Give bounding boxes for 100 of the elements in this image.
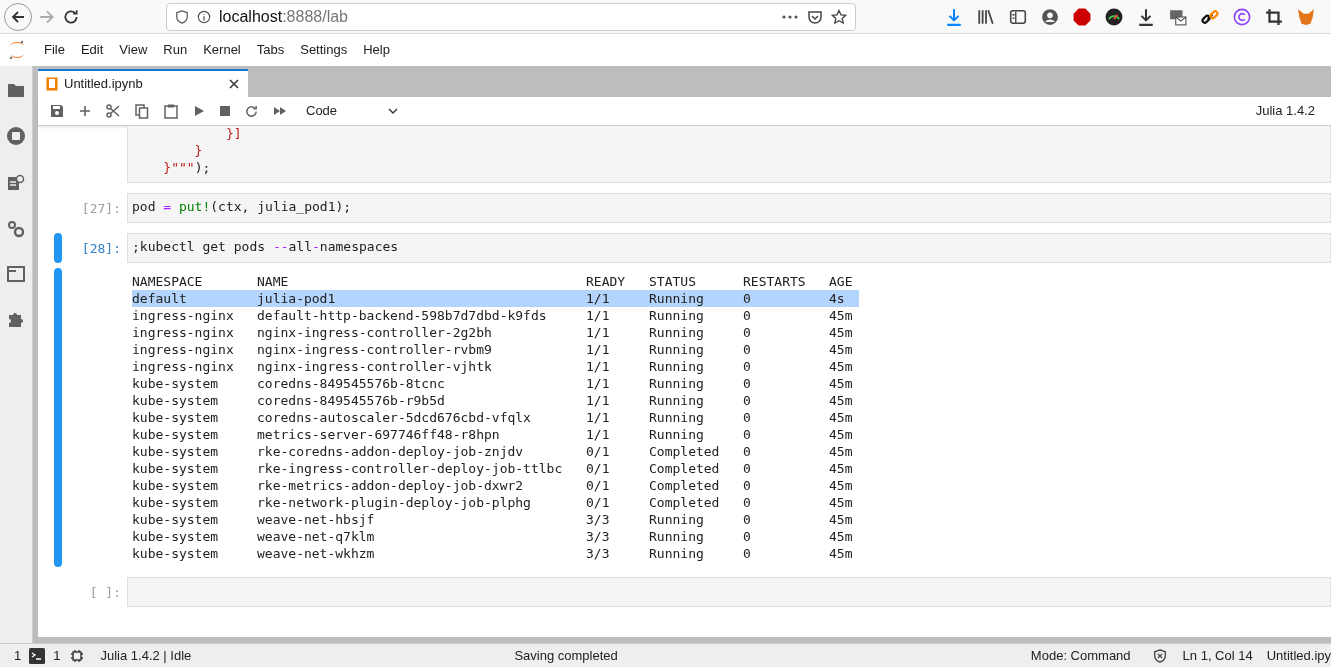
fox-icon[interactable] — [1297, 7, 1315, 26]
code-cell-input[interactable]: ;kubectl get pods --all-namespaces — [127, 233, 1331, 263]
terminal-icon[interactable] — [29, 647, 46, 664]
code-cell-input[interactable]: pod = put!(ctx, julia_pod1); — [127, 193, 1331, 223]
output-cell-text: 45m — [829, 426, 854, 443]
output-cell-text: 0 — [743, 409, 752, 426]
output-cell-text: kube-system — [132, 494, 220, 511]
output-cell: 4s — [829, 290, 859, 307]
output-cell: 0 — [743, 290, 829, 307]
tabs-icon[interactable] — [7, 266, 25, 282]
column-header: RESTARTS — [743, 273, 807, 290]
output-cell-text: 3/3 — [586, 545, 611, 562]
menu-item[interactable]: View — [111, 40, 156, 60]
reload-icon[interactable] — [62, 7, 80, 26]
star-icon[interactable] — [831, 8, 847, 25]
screen-mail-icon[interactable] — [1169, 7, 1187, 26]
cursor-position: Ln 1, Col 14 — [1182, 646, 1253, 665]
code-cell-input[interactable]: }] } }"""); — [127, 126, 1331, 183]
output-cell-text: 3/3 — [586, 511, 611, 528]
library-icon[interactable] — [977, 7, 995, 26]
download-arrow-icon[interactable] — [1137, 7, 1155, 26]
output-cell-text: 45m — [829, 409, 854, 426]
output-cell-text: 1/1 — [586, 409, 611, 426]
output-cell-text: Completed — [649, 477, 721, 494]
address-bar[interactable]: localhost:8888/lab — [166, 2, 856, 31]
output-cell-text: Running — [649, 341, 705, 358]
menu-item[interactable]: Edit — [72, 40, 112, 60]
kernel-status[interactable]: Julia 1.4.2 | Idle — [100, 645, 192, 666]
gears-icon[interactable] — [7, 220, 25, 238]
sidebar-icon[interactable] — [1009, 7, 1027, 26]
output-cell-text: weave-net-q7klm — [257, 528, 376, 545]
code-cell-input[interactable] — [127, 577, 1331, 607]
cell-prompt: [27]: — [80, 200, 122, 218]
kernel-name[interactable]: Julia 1.4.2 — [1255, 101, 1319, 121]
output-cell-text: 0 — [743, 324, 752, 341]
notebook-tab[interactable]: Untitled.ipynb — [38, 69, 248, 97]
output-cell-text: kube-system — [132, 528, 220, 545]
terminal-count: 1 — [14, 646, 22, 665]
close-icon[interactable] — [228, 78, 240, 90]
output-cell-text: 1/1 — [586, 341, 611, 358]
output-cell-text: Running — [649, 392, 705, 409]
output-cell-text: kube-system — [132, 375, 220, 392]
column-header: NAME — [257, 273, 290, 290]
gauge-icon[interactable] — [1105, 7, 1123, 26]
cell-type-dropdown[interactable]: Code — [306, 101, 398, 121]
restart-icon[interactable] — [245, 104, 258, 118]
crop-icon[interactable] — [1265, 7, 1283, 26]
menu-item[interactable]: Help — [355, 40, 398, 60]
menu-item[interactable]: File — [36, 40, 73, 60]
copyright-circle-icon[interactable] — [1233, 7, 1251, 26]
column-header: STATUS — [649, 273, 697, 290]
output-cell-text: rke-metrics-addon-deploy-job-dxwr2 — [257, 477, 525, 494]
output-cell-text: rke-ingress-controller-deploy-job-ttlbc — [257, 460, 564, 477]
output-cell-text: weave-net-wkhzm — [257, 545, 376, 562]
chip-icon[interactable] — [70, 648, 85, 663]
download-icon[interactable] — [945, 7, 963, 26]
output-cell-text: Running — [649, 358, 705, 375]
menu-item[interactable]: Run — [155, 40, 196, 60]
paste-icon[interactable] — [164, 103, 178, 119]
menu-item[interactable]: Tabs — [248, 40, 293, 60]
chain-link-icon[interactable] — [1201, 7, 1219, 26]
folder-icon[interactable] — [7, 82, 25, 98]
pocket-icon[interactable] — [807, 8, 823, 25]
copy-icon[interactable] — [135, 103, 149, 119]
output-cell-text: 0 — [743, 545, 752, 562]
shield-icon — [175, 9, 189, 24]
save-icon[interactable] — [50, 104, 64, 118]
column-header: AGE — [829, 273, 854, 290]
command-palette-icon[interactable] — [7, 174, 25, 192]
play-icon[interactable] — [193, 105, 205, 117]
output-cell-text: 45m — [829, 477, 854, 494]
fast-forward-icon[interactable] — [273, 105, 287, 117]
cut-icon[interactable] — [106, 104, 120, 118]
column-header: READY — [586, 273, 627, 290]
output-cell-text: 0 — [743, 375, 752, 392]
output-cell-text: Running — [649, 528, 705, 545]
output-cell-text: Completed — [649, 443, 721, 460]
output-cell-text: 0 — [743, 426, 752, 443]
shield-x-icon[interactable] — [1152, 648, 1167, 663]
menu-item[interactable]: Settings — [292, 40, 356, 60]
puzzle-piece-icon[interactable] — [7, 310, 25, 328]
output-cell-text: coredns-849545576b-r9b5d — [257, 392, 446, 409]
output-cell-text: 45m — [829, 443, 854, 460]
output-cell-text: Completed — [649, 494, 721, 511]
account-icon[interactable] — [1041, 7, 1059, 26]
output-cell-text: 0/1 — [586, 477, 611, 494]
menu-item[interactable]: Kernel — [195, 40, 249, 60]
output-cell-text: kube-system — [132, 460, 220, 477]
output-cell-text: rke-network-plugin-deploy-job-plphg — [257, 494, 532, 511]
output-cell: julia-pod1 — [257, 290, 586, 307]
output-cell-text: Completed — [649, 460, 721, 477]
stop-circle-icon[interactable] — [6, 126, 26, 146]
back-arrow-icon — [10, 8, 26, 25]
plus-icon[interactable] — [79, 105, 91, 117]
cell-prompt: [28]: — [80, 240, 122, 258]
kernel-count: 1 — [53, 646, 61, 665]
output-cell-text: 0/1 — [586, 460, 611, 477]
adblock-icon[interactable] — [1073, 7, 1091, 26]
output-cell-text: Running — [649, 307, 705, 324]
more-dots-icon[interactable] — [781, 13, 799, 20]
